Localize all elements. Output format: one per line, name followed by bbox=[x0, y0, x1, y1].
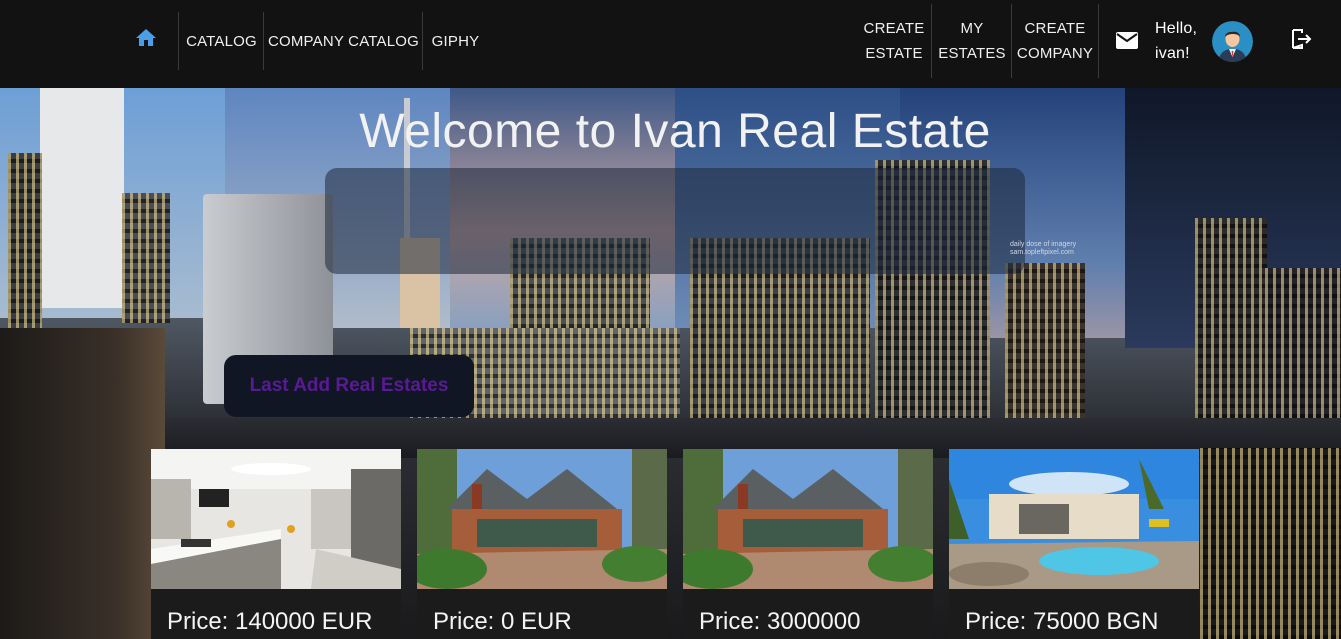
nav-catalog[interactable]: CATALOG bbox=[178, 12, 264, 70]
hero-title-panel bbox=[325, 168, 1025, 274]
skyline-building bbox=[1005, 263, 1085, 443]
estate-card[interactable]: Price: 0 EUR bbox=[417, 449, 667, 639]
nav-my-estates-label: MY ESTATES bbox=[938, 16, 1006, 66]
home-icon[interactable] bbox=[133, 26, 159, 50]
user-avatar[interactable] bbox=[1212, 21, 1253, 62]
nav-catalog-label: CATALOG bbox=[186, 32, 257, 50]
estate-price: Price: 140000 EUR bbox=[167, 608, 373, 635]
nav-my-estates[interactable]: MY ESTATES bbox=[931, 4, 1012, 78]
nav-my-estates-line2: ESTATES bbox=[938, 45, 1006, 62]
hero-title: Welcome to Ivan Real Estate bbox=[359, 105, 991, 158]
nav-create-company-label: CREATE COMPANY bbox=[1017, 16, 1093, 66]
nav-create-estate-line2: ESTATE bbox=[865, 45, 923, 62]
nav-company-catalog[interactable]: COMPANY CATALOG bbox=[263, 12, 423, 70]
estate-price: Price: 0 EUR bbox=[433, 608, 572, 635]
greeting-line2: ivan! bbox=[1155, 45, 1190, 62]
user-greeting: Hello, ivan! bbox=[1155, 16, 1197, 66]
estate-image-villa-pool bbox=[949, 449, 1199, 589]
last-added-estates-label: Last Add Real Estates bbox=[249, 375, 449, 396]
estate-image-house bbox=[417, 449, 667, 589]
skyline-building bbox=[8, 153, 42, 333]
skyline-building bbox=[0, 328, 165, 639]
top-navbar: CATALOG COMPANY CATALOG GIPHY CREATE EST… bbox=[0, 0, 1341, 88]
nav-create-company[interactable]: CREATE COMPANY bbox=[1011, 4, 1099, 78]
logout-icon[interactable] bbox=[1289, 27, 1313, 51]
mail-icon[interactable] bbox=[1116, 32, 1138, 49]
nav-giphy-label: GIPHY bbox=[431, 32, 480, 50]
nav-create-estate[interactable]: CREATE ESTATE bbox=[858, 4, 930, 78]
nav-company-catalog-label: COMPANY CATALOG bbox=[267, 32, 420, 50]
skyline-building bbox=[122, 193, 170, 323]
skyline-building bbox=[1200, 448, 1341, 639]
skyline-building bbox=[40, 88, 124, 308]
estate-card[interactable]: Price: 140000 EUR bbox=[151, 449, 401, 639]
last-added-estates-button[interactable]: Last Add Real Estates bbox=[224, 355, 474, 417]
estate-image-house bbox=[683, 449, 933, 589]
nav-giphy[interactable]: GIPHY bbox=[422, 12, 488, 70]
skyline-building bbox=[1195, 218, 1267, 448]
greeting-line1: Hello, bbox=[1155, 20, 1198, 37]
estate-price: Price: 3000000 bbox=[699, 608, 861, 635]
nav-create-estate-line1: CREATE bbox=[863, 20, 925, 37]
estate-card[interactable]: Price: 3000000 bbox=[683, 449, 933, 639]
nav-my-estates-line1: MY bbox=[960, 20, 984, 37]
nav-create-company-line1: CREATE bbox=[1024, 20, 1086, 37]
nav-create-company-line2: COMPANY bbox=[1016, 45, 1094, 62]
nav-create-estate-label: CREATE ESTATE bbox=[864, 16, 925, 66]
estate-image-kitchen bbox=[151, 449, 401, 589]
estate-price: Price: 75000 BGN bbox=[965, 608, 1159, 635]
photo-watermark: daily dose of imagery sam.topleftpixel.co… bbox=[1010, 241, 1077, 256]
estate-card[interactable]: Price: 75000 BGN bbox=[949, 449, 1199, 639]
